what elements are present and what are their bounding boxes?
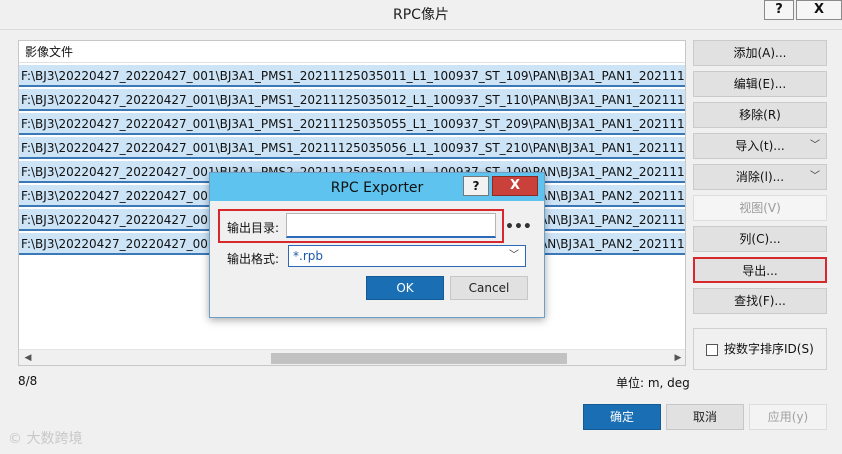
- ok-button[interactable]: 确定: [583, 404, 661, 430]
- import-button[interactable]: 导入(t)... ﹀: [693, 133, 827, 159]
- list-item[interactable]: F:\BJ3\20220427_20220427_001\BJ3A1_PMS1_…: [19, 113, 685, 135]
- sort-numeric-label[interactable]: 按数字排序ID(S): [724, 340, 814, 357]
- units-label: 单位: m, deg: [616, 376, 690, 390]
- add-button[interactable]: 添加(A)...: [693, 40, 827, 66]
- dialog-title-bar: RPC Exporter ? X: [210, 173, 544, 201]
- browse-button[interactable]: •••: [505, 219, 532, 235]
- clear-button[interactable]: 消除(l)... ﹀: [693, 164, 827, 190]
- dialog-close-button[interactable]: X: [492, 176, 538, 196]
- chevron-down-icon[interactable]: ﹀: [810, 134, 820, 158]
- list-item[interactable]: F:\BJ3\20220427_20220427_001\BJ3A1_PMS1_…: [19, 65, 685, 87]
- close-button[interactable]: X: [796, 0, 842, 20]
- chevron-down-icon[interactable]: ﹀: [810, 165, 820, 189]
- clear-label: 消除(l)...: [735, 170, 785, 184]
- output-dir-label: 输出目录:: [227, 221, 280, 235]
- import-label: 导入(t)...: [735, 139, 785, 153]
- edit-button[interactable]: 编辑(E)...: [693, 71, 827, 97]
- scroll-left-icon[interactable]: ◀: [21, 351, 35, 365]
- help-button[interactable]: ?: [764, 0, 794, 20]
- cancel-button[interactable]: 取消: [666, 404, 744, 430]
- dialog-cancel-button[interactable]: Cancel: [450, 276, 528, 300]
- remove-button[interactable]: 移除(R): [693, 102, 827, 128]
- list-item[interactable]: F:\BJ3\20220427_20220427_001\BJ3A1_PMS1_…: [19, 89, 685, 111]
- output-format-label: 输出格式:: [227, 252, 280, 266]
- watermark-logo-icon: ©: [8, 431, 22, 447]
- chevron-down-icon[interactable]: ﹀: [509, 246, 519, 266]
- list-item[interactable]: F:\BJ3\20220427_20220427_001\BJ3A1_PMS1_…: [19, 137, 685, 159]
- apply-button[interactable]: 应用(y): [749, 404, 827, 430]
- scrollbar-thumb[interactable]: [271, 353, 567, 364]
- scroll-right-icon[interactable]: ▶: [671, 351, 685, 365]
- horizontal-scrollbar[interactable]: ◀ ▶: [19, 349, 685, 365]
- columns-button[interactable]: 列(C)...: [693, 226, 827, 252]
- output-format-select[interactable]: *.rpb ﹀: [288, 245, 526, 267]
- output-dir-input[interactable]: [286, 213, 496, 238]
- title-bar: RPC像片 ? X: [0, 0, 842, 30]
- watermark-text: 大数跨境: [26, 431, 83, 447]
- export-button[interactable]: 导出...: [693, 257, 827, 283]
- watermark: © 大数跨境: [8, 428, 82, 448]
- dialog-ok-button[interactable]: OK: [366, 276, 444, 300]
- sort-option-group: 按数字排序ID(S): [693, 328, 827, 370]
- find-button[interactable]: 查找(F)...: [693, 288, 827, 314]
- window-title: RPC像片: [393, 7, 449, 23]
- view-button[interactable]: 视图(V): [693, 195, 827, 221]
- output-format-value: *.rpb: [293, 249, 323, 263]
- dialog-help-button[interactable]: ?: [463, 176, 489, 196]
- column-header-image-file[interactable]: 影像文件: [19, 41, 685, 63]
- rpc-exporter-dialog: RPC Exporter ? X 输出目录: ••• 输出格式: *.rpb ﹀…: [209, 172, 545, 318]
- sort-numeric-checkbox[interactable]: [706, 344, 718, 356]
- item-count: 8/8: [18, 374, 38, 388]
